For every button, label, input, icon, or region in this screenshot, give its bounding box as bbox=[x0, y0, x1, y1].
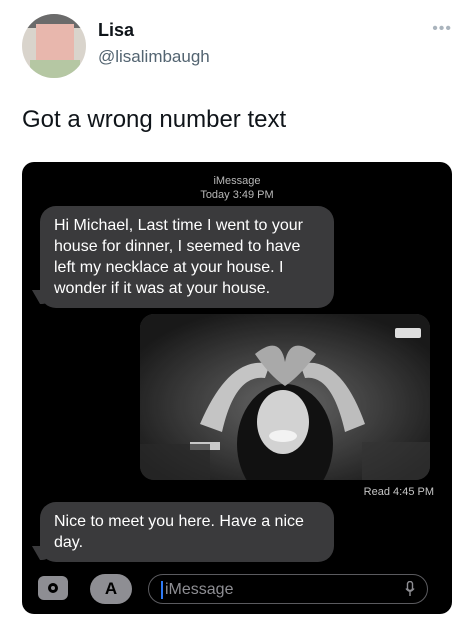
avatar[interactable] bbox=[22, 14, 86, 78]
service-label: iMessage bbox=[213, 175, 261, 187]
read-receipt: Read 4:45 PM bbox=[363, 486, 434, 498]
screenshot-image: iMessage Today 3:49 PM Hi Michael, Last … bbox=[22, 162, 452, 614]
more-options-icon[interactable]: ••• bbox=[432, 21, 452, 37]
conversation-timestamp: Today 3:49 PM bbox=[200, 189, 274, 201]
text-caret bbox=[161, 581, 163, 599]
author-handle[interactable]: @lisalimbaugh bbox=[98, 47, 210, 67]
message-bubble: Nice to meet you here. Have a nice day. bbox=[40, 502, 334, 562]
camera-icon[interactable] bbox=[38, 576, 68, 600]
photo-message bbox=[140, 314, 430, 480]
message-input-field[interactable] bbox=[148, 574, 428, 604]
message-input[interactable] bbox=[165, 579, 385, 601]
author-name[interactable]: Lisa bbox=[98, 20, 134, 41]
photo-woman-heart-hands bbox=[140, 314, 430, 480]
message-bubble: Hi Michael, Last time I went to your hou… bbox=[40, 206, 334, 308]
microphone-icon[interactable] bbox=[405, 581, 415, 597]
tweet-text: Got a wrong number text bbox=[22, 106, 287, 133]
tweet-header: Lisa @lisalimbaugh ••• bbox=[22, 14, 452, 78]
compose-toolbar: A bbox=[22, 574, 452, 606]
app-store-icon[interactable]: A bbox=[90, 574, 132, 604]
conversation-meta: iMessage Today 3:49 PM bbox=[22, 174, 452, 202]
